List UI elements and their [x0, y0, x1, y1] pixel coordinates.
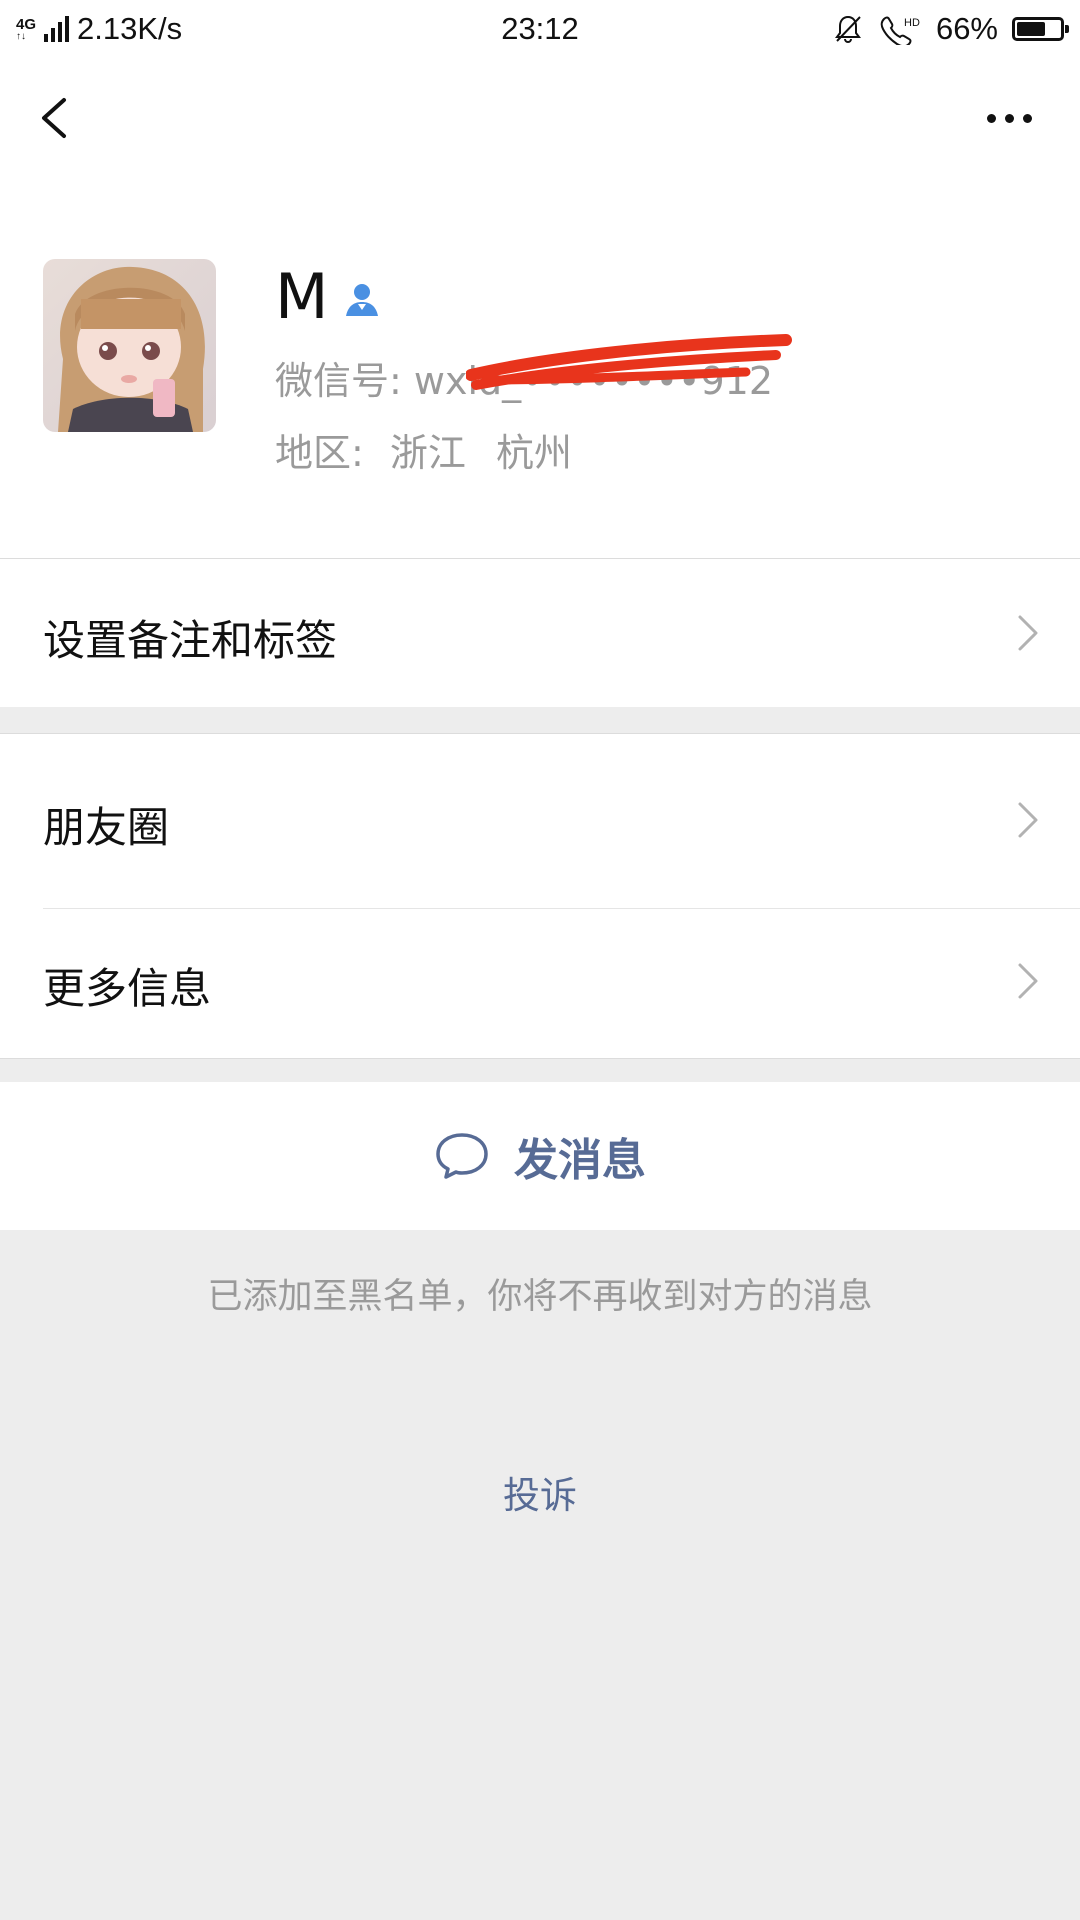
- profile-header: M 微信号: wxid_••••••••912 地区: 浙江 杭州: [0, 180, 1080, 559]
- status-right: HD 66%: [832, 0, 1069, 58]
- profile-name: M: [275, 260, 329, 333]
- contact-person-icon: [346, 284, 378, 316]
- region: 地区: 浙江 杭州: [275, 422, 572, 477]
- bell-muted-icon: [834, 15, 861, 43]
- complain-link[interactable]: 投诉: [0, 1465, 1080, 1519]
- redaction-scribble: [466, 334, 792, 390]
- avatar[interactable]: [43, 259, 216, 432]
- nav-bar: [0, 58, 1080, 180]
- send-message-content: 发消息: [0, 1082, 1080, 1230]
- status-bar: 4G ↑↓ 2.13K/s 23:12 HD 66%: [0, 0, 1080, 58]
- region-label: 地区:: [275, 431, 364, 475]
- more-info-item[interactable]: 更多信息: [0, 909, 1080, 1058]
- battery-fill: [1017, 22, 1045, 36]
- hd-call-icon: HD: [880, 16, 920, 45]
- battery-percent: 66%: [935, 11, 998, 46]
- blacklist-notice: 已添加至黑名单，你将不再收到对方的消息: [207, 1277, 873, 1317]
- more-options-button[interactable]: [974, 88, 1044, 148]
- chevron-right-icon: [1018, 615, 1038, 651]
- more-dot: [1004, 113, 1014, 123]
- moments-label: 朋友圈: [43, 803, 170, 852]
- more-dot: [1022, 113, 1032, 123]
- moments-item[interactable]: 朋友圈: [0, 734, 1080, 908]
- chevron-right-icon: [1018, 802, 1038, 838]
- set-remark-tags-item[interactable]: 设置备注和标签: [0, 559, 1080, 707]
- chat-bubble-icon: [436, 1133, 488, 1179]
- chevron-right-icon: [1018, 963, 1038, 999]
- wechat-id-label: 微信号:: [275, 359, 402, 403]
- more-dot: [986, 113, 996, 123]
- svg-text:HD: HD: [904, 17, 920, 29]
- back-icon[interactable]: [28, 88, 88, 148]
- more-info-label: 更多信息: [43, 964, 212, 1013]
- send-message-button[interactable]: 发消息: [0, 1082, 1080, 1230]
- region-city: 杭州: [496, 431, 573, 475]
- info-group: 朋友圈 更多信息: [0, 733, 1080, 1059]
- region-province: 浙江: [389, 431, 466, 475]
- send-message-label: 发消息: [514, 1135, 646, 1186]
- battery-icon: [1012, 17, 1069, 41]
- set-remark-tags-label: 设置备注和标签: [43, 616, 338, 665]
